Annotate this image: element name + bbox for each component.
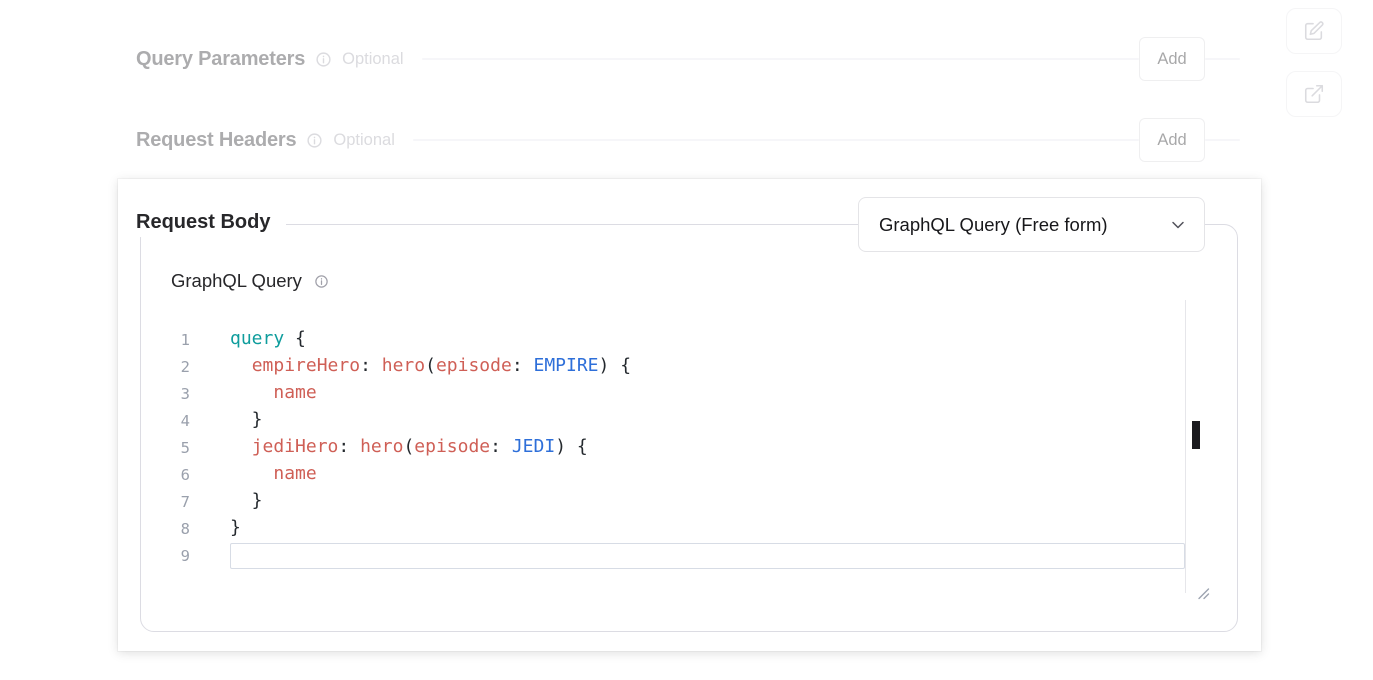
code-token: hero [382, 355, 425, 376]
code-token: ( [425, 355, 436, 376]
request-headers-title: Request Headers [136, 129, 296, 152]
query-parameters-title: Query Parameters [136, 48, 305, 71]
code-line[interactable]: 4 } [166, 407, 1185, 434]
code-text: } [230, 407, 1185, 434]
line-number: 8 [166, 520, 190, 538]
graphql-query-label-row: GraphQL Query [171, 270, 329, 292]
pencil-square-icon [1303, 20, 1325, 42]
code-token [230, 382, 273, 403]
code-text: name [230, 380, 1185, 407]
code-text: empireHero: hero(episode: EMPIRE) { [230, 353, 1185, 380]
external-link-icon [1303, 83, 1325, 105]
code-text: } [230, 515, 1185, 542]
line-number: 3 [166, 385, 190, 403]
code-token: : [512, 355, 534, 376]
optional-hint: Optional [333, 131, 394, 150]
edit-button[interactable] [1286, 8, 1342, 54]
code-token: empireHero [252, 355, 360, 376]
query-parameters-section: Query Parameters Optional Add [136, 37, 1240, 81]
code-token: } [230, 409, 263, 430]
code-token: : [338, 436, 360, 457]
code-text: jediHero: hero(episode: JEDI) { [230, 434, 1185, 461]
divider [1205, 58, 1240, 60]
editor-scrollbar-thumb[interactable] [1192, 421, 1200, 449]
info-icon[interactable] [314, 274, 329, 289]
code-line[interactable]: 3 name [166, 380, 1185, 407]
line-number: 2 [166, 358, 190, 376]
code-text: name [230, 461, 1185, 488]
code-token: EMPIRE [534, 355, 599, 376]
graphql-editor[interactable]: 1query {2 empireHero: hero(episode: EMPI… [166, 300, 1208, 593]
line-number: 1 [166, 331, 190, 349]
code-lines: 1query {2 empireHero: hero(episode: EMPI… [166, 326, 1185, 569]
code-token [230, 463, 273, 484]
code-token: name [273, 382, 316, 403]
info-icon[interactable] [315, 51, 332, 68]
line-number: 9 [166, 547, 190, 565]
info-icon[interactable] [306, 132, 323, 149]
code-token: episode [436, 355, 512, 376]
code-token: jediHero [252, 436, 339, 457]
code-line[interactable]: 1 query { [166, 326, 1185, 353]
code-text: query { [230, 326, 1185, 353]
code-token: ( [403, 436, 414, 457]
editor-scrollbar[interactable] [1185, 300, 1208, 593]
code-text [230, 543, 1185, 569]
code-token: ) { [599, 355, 632, 376]
code-token: { [284, 328, 306, 349]
body-type-select[interactable]: GraphQL Query (Free form) [858, 197, 1205, 252]
code-token: } [230, 517, 241, 538]
request-builder-page: Query Parameters Optional Add Request He… [0, 0, 1373, 680]
code-token: : [360, 355, 382, 376]
body-type-select-value: GraphQL Query (Free form) [879, 214, 1108, 236]
open-external-button[interactable] [1286, 71, 1342, 117]
code-token [230, 355, 252, 376]
code-token: hero [360, 436, 403, 457]
divider [413, 139, 1139, 141]
code-token: query [230, 328, 284, 349]
graphql-query-label: GraphQL Query [171, 270, 302, 292]
line-number: 7 [166, 493, 190, 511]
code-token: : [490, 436, 512, 457]
code-line[interactable]: 7 } [166, 488, 1185, 515]
code-token: JEDI [512, 436, 555, 457]
code-token: ) { [555, 436, 588, 457]
code-token [230, 436, 252, 457]
line-number: 4 [166, 412, 190, 430]
code-line[interactable]: 5 jediHero: hero(episode: JEDI) { [166, 434, 1185, 461]
code-line[interactable]: 6 name [166, 461, 1185, 488]
add-request-header-button[interactable]: Add [1139, 118, 1205, 162]
add-query-parameter-button[interactable]: Add [1139, 37, 1205, 81]
code-line[interactable]: 8} [166, 515, 1185, 542]
resize-handle[interactable] [1196, 586, 1210, 600]
request-headers-section: Request Headers Optional Add [136, 118, 1240, 162]
optional-hint: Optional [342, 50, 403, 69]
divider [422, 58, 1139, 60]
line-number: 6 [166, 466, 190, 484]
divider [1205, 139, 1240, 141]
code-line[interactable]: 9 [166, 542, 1185, 569]
chevron-down-icon [1168, 215, 1188, 235]
code-text: } [230, 488, 1185, 515]
code-line[interactable]: 2 empireHero: hero(episode: EMPIRE) { [166, 353, 1185, 380]
request-body-title: Request Body [136, 207, 286, 237]
code-token: } [230, 490, 263, 511]
line-number: 5 [166, 439, 190, 457]
code-token: episode [414, 436, 490, 457]
code-token: name [273, 463, 316, 484]
